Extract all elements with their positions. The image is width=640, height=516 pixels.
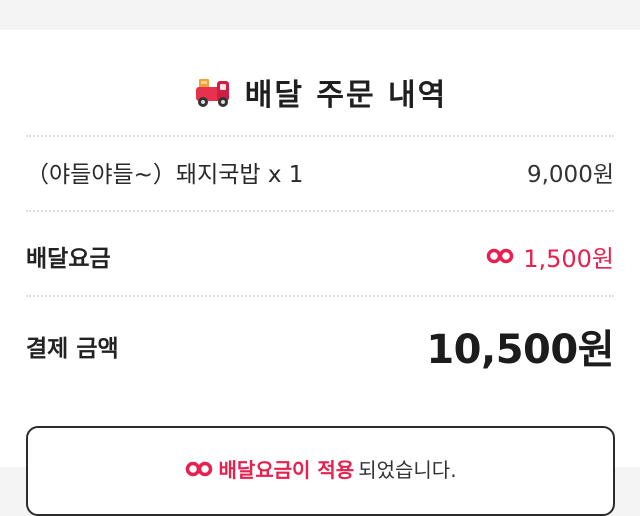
page-title: 배달 주문 내역 bbox=[244, 78, 448, 113]
delivery-truck-icon bbox=[195, 79, 229, 107]
delivery-fee-value: 1,500원 bbox=[485, 239, 614, 274]
order-item-price: 9,000원 bbox=[526, 162, 614, 188]
delivery-fee-label: 배달요금 bbox=[26, 246, 111, 272]
order-title-row: 배달 주문 내역 bbox=[0, 70, 640, 114]
notice-text: 되었습니다. bbox=[358, 458, 457, 482]
notice-box: 배달요금이 적용 되었습니다. bbox=[26, 426, 615, 516]
notice-highlight: 배달요금이 적용 bbox=[218, 458, 355, 482]
delivery-fee-amount: 1,500원 bbox=[523, 244, 614, 273]
divider bbox=[26, 135, 614, 137]
payment-total-label: 결제 금액 bbox=[26, 336, 119, 362]
payment-total-row: 결제 금액 10,500원 bbox=[26, 320, 614, 373]
divider bbox=[26, 295, 614, 297]
coupon-link-icon bbox=[186, 461, 213, 476]
notice-message: 배달요금이 적용 되었습니다. bbox=[28, 454, 613, 483]
order-item-name: （야들야들~）돼지국밥 x 1 bbox=[26, 162, 304, 188]
order-summary-card: 배달 주문 내역 （야들야들~）돼지국밥 x 1 9,000원 배달요금 1,5… bbox=[0, 30, 640, 516]
divider bbox=[26, 210, 614, 212]
delivery-fee-row: 배달요금 1,500원 bbox=[26, 238, 614, 274]
coupon-link-icon bbox=[486, 248, 514, 264]
order-item-row: （야들야들~）돼지국밥 x 1 9,000원 bbox=[26, 155, 614, 189]
payment-total-amount: 10,500원 bbox=[426, 327, 614, 373]
